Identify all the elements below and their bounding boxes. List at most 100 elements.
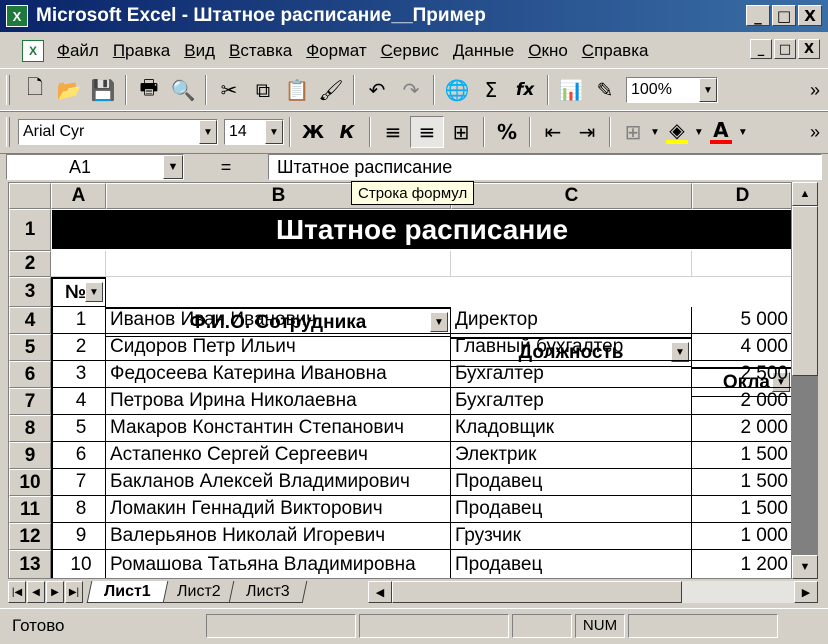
- chart-wizard-icon[interactable]: 📊: [554, 74, 588, 106]
- name-box[interactable]: A1 ▼: [6, 154, 184, 180]
- cell-number[interactable]: 7: [51, 469, 106, 496]
- chevron-down-icon[interactable]: ▼: [199, 120, 217, 144]
- cell-name[interactable]: Валерьянов Николай Игоревич: [106, 523, 451, 550]
- cell-salary[interactable]: 2 000: [692, 388, 791, 415]
- cell-salary[interactable]: 1 200: [692, 550, 791, 578]
- toolbar-more-icon[interactable]: »: [810, 122, 820, 143]
- print-preview-icon[interactable]: 🔍: [166, 74, 200, 106]
- cell-name[interactable]: Петрова Ирина Николаевна: [106, 388, 451, 415]
- borders-icon[interactable]: ⊞: [616, 116, 650, 148]
- select-all-corner[interactable]: [9, 183, 51, 209]
- font-select[interactable]: Arial Cyr ▼: [18, 119, 218, 145]
- cell-name[interactable]: Астапенко Сергей Сергеевич: [106, 442, 451, 469]
- cell-position[interactable]: Грузчик: [451, 523, 692, 550]
- row-header-6[interactable]: 6: [9, 361, 51, 388]
- cell-number[interactable]: 4: [51, 388, 106, 415]
- menu-edit[interactable]: Правка: [106, 41, 177, 61]
- font-color-icon[interactable]: A: [704, 116, 738, 148]
- cell-name[interactable]: Ромашова Татьяна Владимировна: [106, 550, 451, 578]
- paste-icon[interactable]: 📋: [280, 74, 314, 106]
- cell-salary[interactable]: 1 500: [692, 469, 791, 496]
- autosum-icon[interactable]: Σ: [474, 74, 508, 106]
- open-icon[interactable]: 📂: [52, 74, 86, 106]
- row-header-12[interactable]: 12: [9, 523, 51, 550]
- increase-indent-icon[interactable]: ⇥: [570, 116, 604, 148]
- horizontal-scrollbar[interactable]: ◀ ▶: [368, 581, 818, 603]
- row-header-4[interactable]: 4: [9, 307, 51, 334]
- cell-name[interactable]: Федосеева Катерина Ивановна: [106, 361, 451, 388]
- hscroll-thumb[interactable]: [392, 581, 682, 603]
- menu-view[interactable]: Вид: [177, 41, 222, 61]
- chevron-down-icon[interactable]: ▼: [163, 155, 183, 179]
- minimize-button[interactable]: _: [746, 5, 770, 26]
- scroll-thumb[interactable]: [792, 206, 818, 376]
- cell-position[interactable]: Кладовщик: [451, 415, 692, 442]
- scroll-track[interactable]: [792, 376, 818, 555]
- decrease-indent-icon[interactable]: ⇤: [536, 116, 570, 148]
- toolbar-grip[interactable]: [6, 117, 10, 147]
- chevron-down-icon[interactable]: ▼: [738, 127, 748, 138]
- column-header-c[interactable]: C: [451, 183, 692, 209]
- cell-number[interactable]: 1: [51, 307, 106, 334]
- row-header-2[interactable]: 2: [9, 251, 51, 277]
- cell-salary[interactable]: 2 000: [692, 415, 791, 442]
- cut-icon[interactable]: ✂: [212, 74, 246, 106]
- cell-name[interactable]: Ломакин Геннадий Викторович: [106, 496, 451, 523]
- sheet-tab-1[interactable]: Лист1: [86, 581, 169, 603]
- cell-c2[interactable]: [451, 251, 692, 277]
- cell-a2[interactable]: [51, 251, 106, 277]
- close-button[interactable]: X: [798, 5, 822, 26]
- new-icon[interactable]: 🗋: [18, 74, 52, 106]
- cell-position[interactable]: Продавец: [451, 469, 692, 496]
- cell-salary[interactable]: 4 000: [692, 334, 791, 361]
- menu-help[interactable]: Справка: [575, 41, 656, 61]
- drawing-icon[interactable]: ✎: [588, 74, 622, 106]
- row-header-10[interactable]: 10: [9, 469, 51, 496]
- italic-button[interactable]: К: [330, 116, 364, 148]
- scroll-left-button[interactable]: ◀: [368, 581, 392, 603]
- cell-position[interactable]: Электрик: [451, 442, 692, 469]
- cell-position[interactable]: Директор: [451, 307, 692, 334]
- row-header-9[interactable]: 9: [9, 442, 51, 469]
- table-header[interactable]: № ▼: [51, 277, 106, 307]
- first-sheet-button[interactable]: |◀: [8, 581, 26, 603]
- cell-position[interactable]: Бухгалтер: [451, 361, 692, 388]
- cell-salary[interactable]: 1 000: [692, 523, 791, 550]
- cell-number[interactable]: 10: [51, 550, 106, 578]
- cell-b2[interactable]: [106, 251, 451, 277]
- cell-salary[interactable]: 2 500: [692, 361, 791, 388]
- row-header-5[interactable]: 5: [9, 334, 51, 361]
- document-icon[interactable]: X: [22, 40, 44, 62]
- menu-tools[interactable]: Сервис: [374, 41, 446, 61]
- fill-color-icon[interactable]: ◈: [660, 116, 694, 148]
- menu-file[interactable]: Файл: [50, 41, 106, 61]
- scroll-down-button[interactable]: ▼: [792, 555, 818, 579]
- cell-d2[interactable]: [692, 251, 791, 277]
- prev-sheet-button[interactable]: ◀: [27, 581, 45, 603]
- doc-restore-button[interactable]: □: [774, 39, 796, 59]
- formula-input[interactable]: Штатное расписание: [268, 154, 822, 180]
- autofilter-button[interactable]: ▼: [85, 282, 103, 302]
- menu-window[interactable]: Окно: [521, 41, 575, 61]
- hyperlink-icon[interactable]: 🌐: [440, 74, 474, 106]
- cell-position[interactable]: Продавец: [451, 496, 692, 523]
- column-header-d[interactable]: D: [692, 183, 791, 209]
- doc-close-button[interactable]: X: [798, 39, 820, 59]
- cell-name[interactable]: Макаров Константин Степанович: [106, 415, 451, 442]
- row-header-1[interactable]: 1: [9, 209, 51, 251]
- cell-salary[interactable]: 1 500: [692, 496, 791, 523]
- maximize-button[interactable]: □: [772, 5, 796, 26]
- cell-number[interactable]: 2: [51, 334, 106, 361]
- align-left-icon[interactable]: ≡: [376, 116, 410, 148]
- cell-position[interactable]: Продавец: [451, 550, 692, 578]
- merge-center-icon[interactable]: ⊞: [444, 116, 478, 148]
- cell-name[interactable]: Сидоров Петр Ильич: [106, 334, 451, 361]
- chevron-down-icon[interactable]: ▼: [650, 127, 660, 138]
- cell-salary[interactable]: 1 500: [692, 442, 791, 469]
- percent-button[interactable]: %: [490, 116, 524, 148]
- menu-data[interactable]: Данные: [446, 41, 521, 61]
- cell-position[interactable]: Бухгалтер: [451, 388, 692, 415]
- row-header-13[interactable]: 13: [9, 550, 51, 578]
- vertical-scrollbar[interactable]: ▲ ▼: [792, 182, 818, 579]
- function-icon[interactable]: fx: [508, 74, 542, 106]
